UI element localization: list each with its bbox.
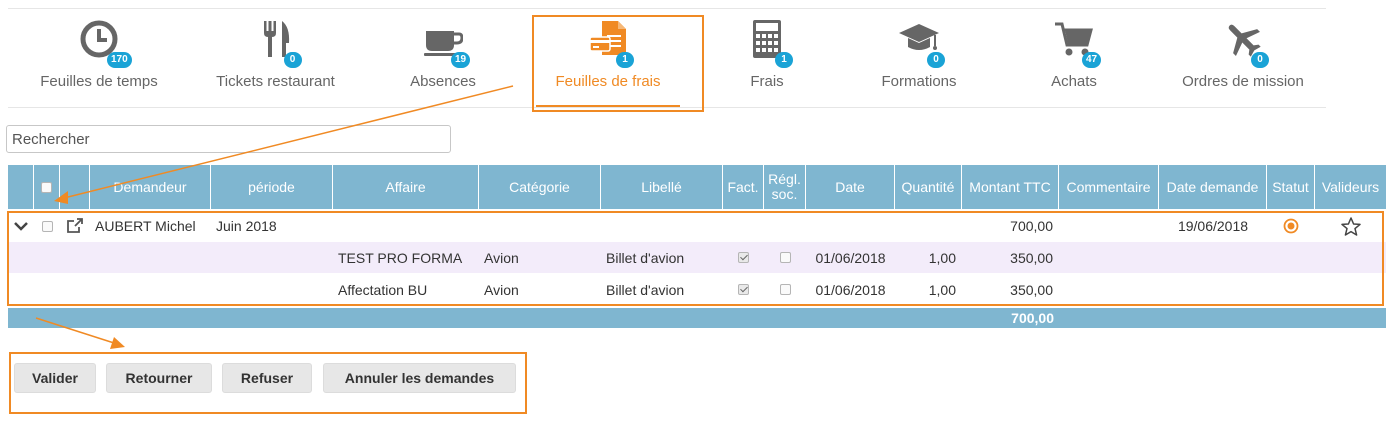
tab-achats[interactable]: 47 Achats — [1016, 9, 1132, 107]
regl-checkbox — [779, 252, 791, 263]
tab-label: Feuilles de temps — [40, 73, 158, 90]
header-select-all — [34, 165, 60, 209]
header-date[interactable]: Date — [806, 165, 895, 209]
cell-libelle: Billet d'avion — [606, 249, 685, 266]
cell-regl — [764, 273, 806, 306]
fact-checkbox — [738, 252, 749, 263]
cell-montant: 350,00 — [1010, 249, 1053, 266]
cell-fact — [723, 273, 764, 306]
tab-absences[interactable]: 19 Absences — [378, 9, 508, 107]
header-date-demande[interactable]: Date demande — [1159, 165, 1267, 209]
cell-quantite: 1,00 — [928, 249, 956, 266]
valider-button[interactable]: Valider — [14, 363, 96, 393]
tab-formations[interactable]: 0 Formations — [850, 9, 988, 107]
tab-tickets-restaurant[interactable]: 0 Tickets restaurant — [203, 9, 348, 107]
cell-demandeur: AUBERT Michel — [95, 218, 196, 234]
cell-periode: Juin 2018 — [216, 218, 277, 234]
table-total-bar: 700,00 — [8, 308, 1386, 328]
table-row-detail[interactable]: TEST PRO FORMA Avion Billet d'avion 01/0… — [8, 242, 1386, 273]
cell-date: 01/06/2018 — [815, 249, 886, 266]
row-checkbox[interactable] — [41, 220, 53, 232]
badge-count: 19 — [451, 52, 471, 68]
cell-categorie: Avion — [484, 281, 519, 298]
badge-count: 0 — [1251, 52, 1269, 68]
refuser-button[interactable]: Refuser — [222, 363, 312, 393]
tab-feuilles-de-frais[interactable]: 1 Feuilles de frais — [522, 9, 694, 107]
cell-libelle: Billet d'avion — [606, 281, 685, 298]
header-montant-ttc[interactable]: Montant TTC — [962, 165, 1059, 209]
badge-count: 170 — [107, 52, 132, 68]
tab-feuilles-de-temps[interactable]: 170 Feuilles de temps — [8, 9, 190, 107]
badge-count: 1 — [616, 52, 634, 68]
status-pending-icon — [1267, 210, 1315, 242]
table-row-main[interactable]: AUBERT Michel Juin 2018 700,00 19/06/201… — [8, 210, 1386, 242]
fact-checkbox — [738, 284, 749, 295]
tab-label: Absences — [410, 73, 476, 90]
cell-montant: 700,00 — [1010, 218, 1053, 234]
header-regl-line2: soc. — [771, 186, 798, 202]
header-libelle[interactable]: Libellé — [601, 165, 723, 209]
annuler-demandes-button[interactable]: Annuler les demandes — [323, 363, 516, 393]
header-statut[interactable]: Statut — [1267, 165, 1315, 209]
header-commentaire[interactable]: Commentaire — [1059, 165, 1159, 209]
tab-label: Ordres de mission — [1182, 73, 1304, 90]
tab-ordres-de-mission[interactable]: 0 Ordres de mission — [1168, 9, 1318, 107]
expense-approval-page: 170 Feuilles de temps 0 Tickets restaura… — [0, 0, 1397, 429]
header-regl-line1: Régl. — [768, 171, 801, 187]
retourner-button[interactable]: Retourner — [106, 363, 212, 393]
tab-label: Feuilles de frais — [555, 73, 661, 90]
tab-label: Tickets restaurant — [216, 73, 335, 90]
row-checkbox-cell — [34, 210, 60, 242]
cell-fact — [723, 242, 764, 273]
header-demandeur[interactable]: Demandeur — [90, 165, 211, 209]
search-input[interactable] — [6, 125, 451, 153]
badge-count: 0 — [927, 52, 945, 68]
cell-quantite: 1,00 — [928, 281, 956, 298]
header-valideurs[interactable]: Valideurs — [1315, 165, 1386, 209]
badge-count: 47 — [1082, 52, 1102, 68]
active-tab-underline — [536, 105, 680, 107]
header-quantite[interactable]: Quantité — [895, 165, 962, 209]
cell-affaire: TEST PRO FORMA — [338, 249, 463, 266]
cell-montant: 350,00 — [1010, 281, 1053, 298]
module-tab-bar: 170 Feuilles de temps 0 Tickets restaura… — [8, 8, 1326, 108]
tab-label: Formations — [881, 73, 957, 90]
header-categorie[interactable]: Catégorie — [479, 165, 601, 209]
header-periode[interactable]: période — [211, 165, 333, 209]
cell-regl — [764, 242, 806, 273]
badge-count: 1 — [775, 52, 793, 68]
total-amount: 700,00 — [1011, 310, 1054, 326]
regl-checkbox — [779, 284, 791, 295]
cell-affaire: Affectation BU — [338, 281, 428, 298]
header-affaire[interactable]: Affaire — [333, 165, 479, 209]
open-external-icon[interactable] — [60, 210, 90, 242]
header-open — [60, 165, 90, 209]
header-regl-soc[interactable]: Régl. soc. — [764, 165, 806, 209]
star-icon[interactable] — [1315, 210, 1386, 242]
tab-frais[interactable]: 1 Frais — [708, 9, 826, 107]
tab-label: Frais — [750, 73, 784, 90]
cell-date-demande: 19/06/2018 — [1177, 218, 1249, 234]
cell-categorie: Avion — [484, 249, 519, 266]
badge-count: 0 — [283, 52, 302, 68]
expand-chevron-icon[interactable] — [8, 210, 34, 242]
select-all-checkbox[interactable] — [41, 181, 52, 193]
tab-label: Achats — [1051, 73, 1097, 90]
cell-date: 01/06/2018 — [815, 281, 886, 298]
header-fact[interactable]: Fact. — [723, 165, 764, 209]
table-row-detail[interactable]: Affectation BU Avion Billet d'avion 01/0… — [8, 273, 1386, 306]
header-expand — [8, 165, 34, 209]
